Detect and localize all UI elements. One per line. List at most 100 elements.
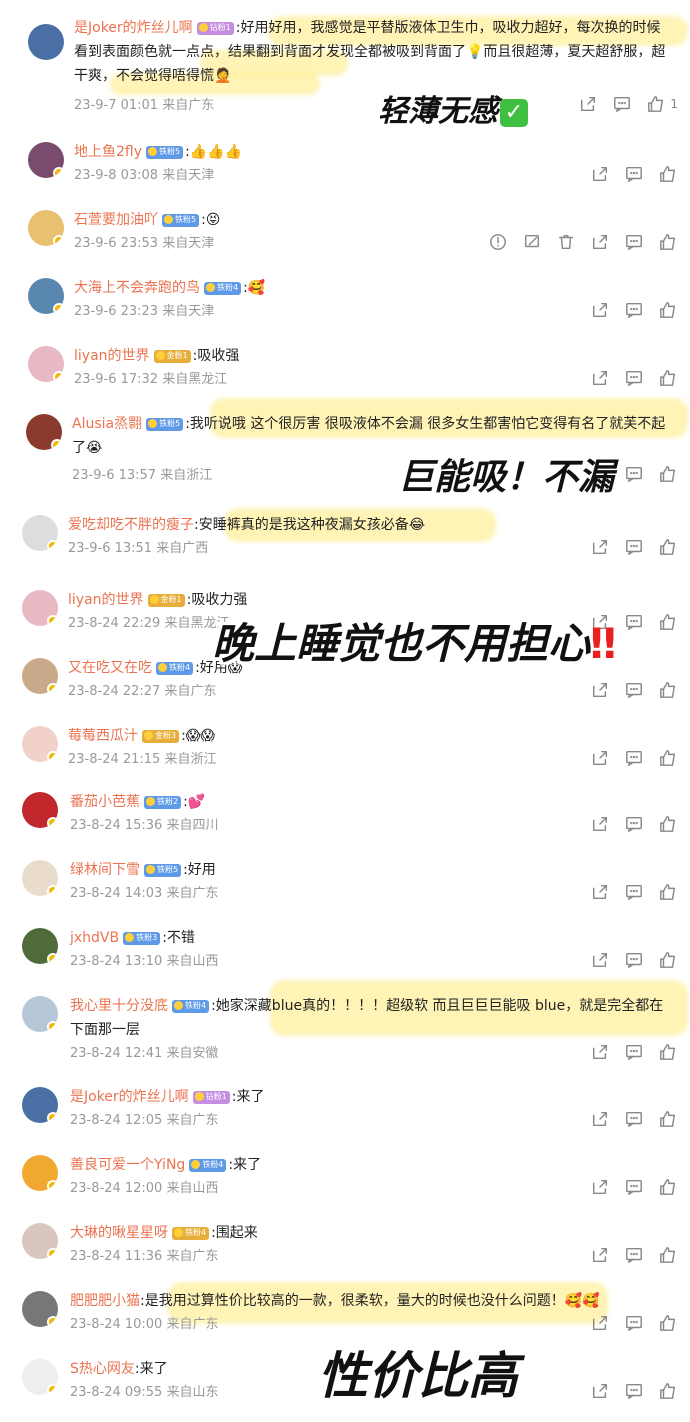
avatar[interactable] xyxy=(22,726,58,762)
block-icon[interactable] xyxy=(522,232,542,252)
share-icon[interactable] xyxy=(590,232,610,252)
comment-icon[interactable] xyxy=(624,1245,644,1265)
share-icon[interactable] xyxy=(590,1177,610,1197)
comment-icon[interactable] xyxy=(624,1313,644,1333)
like-icon[interactable] xyxy=(646,94,666,114)
username[interactable]: 绿林间下雪 xyxy=(70,862,140,878)
avatar[interactable] xyxy=(22,1223,58,1259)
username[interactable]: liyan的世界 xyxy=(74,348,150,364)
username[interactable]: 番茄小芭蕉 xyxy=(70,794,140,810)
username[interactable]: 又在吃又在吃 xyxy=(68,660,152,676)
like-icon[interactable] xyxy=(658,612,678,632)
username[interactable]: jxhdVB xyxy=(70,930,119,946)
comment-icon[interactable] xyxy=(624,1109,644,1129)
caption-overlay-3: 晚上睡觉也不用担心‼ xyxy=(212,619,617,668)
like-icon[interactable] xyxy=(658,164,678,184)
share-icon[interactable] xyxy=(590,950,610,970)
comment-icon[interactable] xyxy=(624,537,644,557)
share-icon[interactable] xyxy=(590,1042,610,1062)
like-icon[interactable] xyxy=(658,950,678,970)
username[interactable]: 是Joker的炸丝儿啊 xyxy=(74,20,193,36)
like-icon[interactable] xyxy=(658,1042,678,1062)
username[interactable]: 大琳的啾星星呀 xyxy=(70,1225,168,1241)
avatar[interactable] xyxy=(22,1155,58,1191)
avatar[interactable] xyxy=(28,346,64,382)
share-icon[interactable] xyxy=(590,300,610,320)
share-icon[interactable] xyxy=(590,1313,610,1333)
like-icon[interactable] xyxy=(658,680,678,700)
comment-icon[interactable] xyxy=(624,882,644,902)
comment-meta: 23-8-24 22:29 来自黑龙江 xyxy=(68,616,230,631)
like-icon[interactable] xyxy=(658,232,678,252)
username[interactable]: liyan的世界 xyxy=(68,592,144,608)
comment-icon[interactable] xyxy=(612,94,632,114)
comment-icon[interactable] xyxy=(624,464,644,484)
like-icon[interactable] xyxy=(658,882,678,902)
username[interactable]: 地上鱼2fly xyxy=(74,144,142,160)
avatar[interactable] xyxy=(22,515,58,551)
avatar[interactable] xyxy=(22,1291,58,1327)
username[interactable]: 大海上不会奔跑的鸟 xyxy=(74,280,200,296)
username[interactable]: Alusia烝翾 xyxy=(72,416,142,432)
like-icon[interactable] xyxy=(658,464,678,484)
like-icon[interactable] xyxy=(658,748,678,768)
comment-icon[interactable] xyxy=(624,232,644,252)
comment-icon[interactable] xyxy=(624,1042,644,1062)
username[interactable]: 肥肥肥小猫 xyxy=(70,1293,140,1309)
avatar[interactable] xyxy=(22,928,58,964)
comment-icon[interactable] xyxy=(624,748,644,768)
share-icon[interactable] xyxy=(590,164,610,184)
comment-icon[interactable] xyxy=(624,950,644,970)
avatar[interactable] xyxy=(22,860,58,896)
avatar[interactable] xyxy=(26,414,62,450)
like-icon[interactable] xyxy=(658,1109,678,1129)
username[interactable]: S热心网友 xyxy=(70,1361,135,1377)
username[interactable]: 是Joker的炸丝儿啊 xyxy=(70,1089,189,1105)
comment-icon[interactable] xyxy=(624,368,644,388)
comment-icon[interactable] xyxy=(624,680,644,700)
avatar[interactable] xyxy=(28,278,64,314)
share-icon[interactable] xyxy=(578,94,598,114)
comment-icon[interactable] xyxy=(624,1177,644,1197)
username[interactable]: 莓莓西瓜汁 xyxy=(68,728,138,744)
username[interactable]: 爱吃却吃不胖的瘦子 xyxy=(68,517,194,533)
comment-icon[interactable] xyxy=(624,1381,644,1401)
avatar[interactable] xyxy=(22,996,58,1032)
comment-icon[interactable] xyxy=(624,300,644,320)
avatar[interactable] xyxy=(28,142,64,178)
username[interactable]: 石萱要加油吖 xyxy=(74,212,158,228)
like-icon[interactable] xyxy=(658,814,678,834)
share-icon[interactable] xyxy=(590,368,610,388)
avatar[interactable] xyxy=(22,1359,58,1395)
comment-icon[interactable] xyxy=(624,164,644,184)
avatar[interactable] xyxy=(28,24,64,60)
comment-meta: 23-9-7 01:01 来自广东 xyxy=(74,98,215,113)
report-icon[interactable] xyxy=(488,232,508,252)
like-icon[interactable] xyxy=(658,1177,678,1197)
like-icon[interactable] xyxy=(658,1313,678,1333)
delete-icon[interactable] xyxy=(556,232,576,252)
share-icon[interactable] xyxy=(590,680,610,700)
username[interactable]: 善良可爱一个YiNg xyxy=(70,1157,185,1173)
comment-icon[interactable] xyxy=(624,814,644,834)
comment-icon[interactable] xyxy=(624,612,644,632)
like-count: 1 xyxy=(670,97,678,111)
share-icon[interactable] xyxy=(590,882,610,902)
like-icon[interactable] xyxy=(658,1245,678,1265)
share-icon[interactable] xyxy=(590,814,610,834)
avatar[interactable] xyxy=(22,590,58,626)
username[interactable]: 我心里十分没底 xyxy=(70,998,168,1014)
share-icon[interactable] xyxy=(590,1381,610,1401)
like-icon[interactable] xyxy=(658,1381,678,1401)
share-icon[interactable] xyxy=(590,537,610,557)
share-icon[interactable] xyxy=(590,748,610,768)
avatar[interactable] xyxy=(22,658,58,694)
like-icon[interactable] xyxy=(658,537,678,557)
like-icon[interactable] xyxy=(658,368,678,388)
share-icon[interactable] xyxy=(590,1109,610,1129)
avatar[interactable] xyxy=(22,1087,58,1123)
avatar[interactable] xyxy=(28,210,64,246)
like-icon[interactable] xyxy=(658,300,678,320)
share-icon[interactable] xyxy=(590,1245,610,1265)
avatar[interactable] xyxy=(22,792,58,828)
